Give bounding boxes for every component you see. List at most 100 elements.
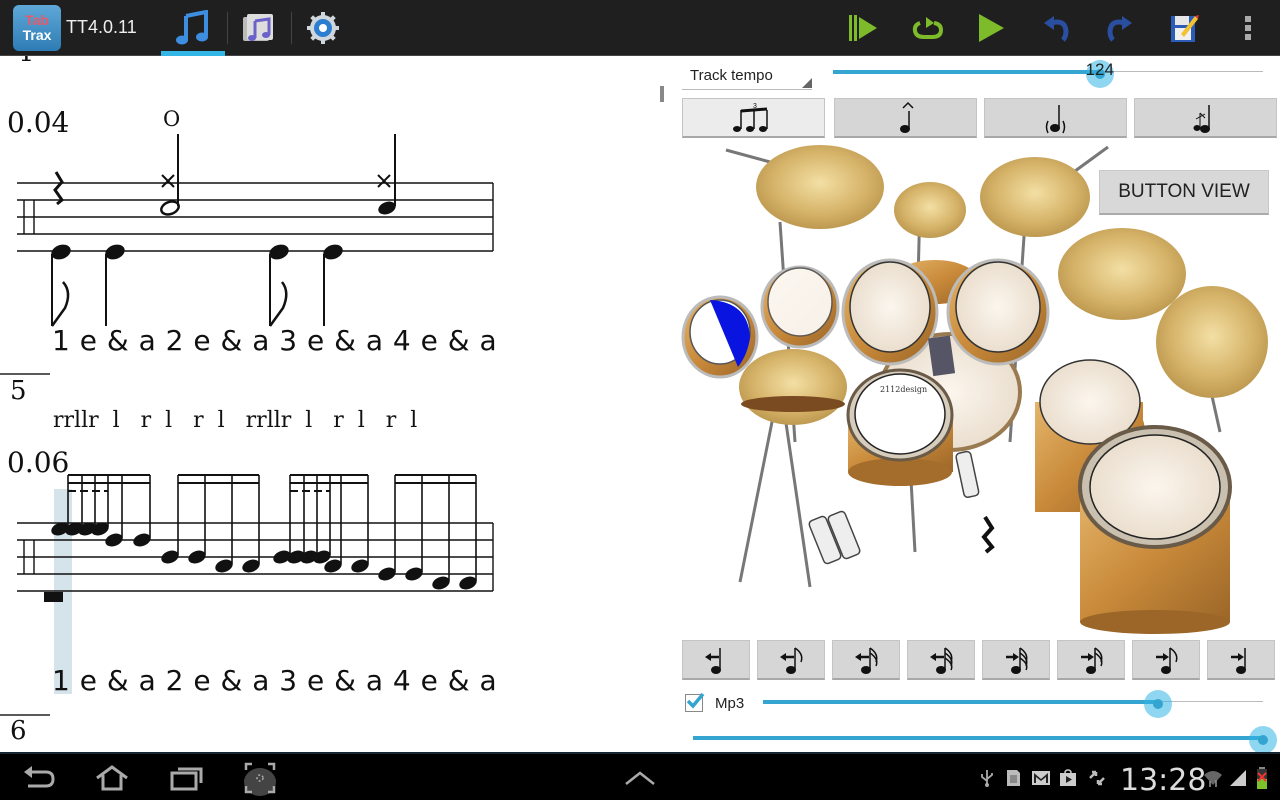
undo-button[interactable] [1036,8,1076,48]
signal-icon [1228,768,1248,788]
more-vert-icon [1245,16,1251,40]
drum-kit-view[interactable]: 2112design [680,142,1280,637]
mp3-label: Mp3 [715,695,745,712]
shift-left-thirtysecond-button[interactable] [907,640,975,680]
hihat-open-note [160,134,180,216]
loop-button[interactable] [908,8,948,48]
flam-button[interactable] [1134,98,1277,138]
usb-icon [977,768,997,788]
mp3-volume-thumb[interactable] [1144,690,1172,718]
overflow-menu-button[interactable] [1228,8,1268,48]
tabtrax-app: Tab Trax TT4.0.11 0.04 O 1 e & a 2 e & a… [0,0,1280,800]
position-thumb[interactable] [1249,726,1277,754]
score-view[interactable]: 4 0.04 O [0,56,660,752]
logo-text-bottom: Trax [22,27,52,43]
hihat-note [377,134,396,215]
home-icon [96,765,128,791]
undo-icon [1044,16,1069,42]
gmail-icon [1031,768,1051,788]
splash-cymbal [894,182,966,238]
play-button[interactable] [971,8,1011,48]
music-note-icon [176,10,208,45]
drum-brand-logo: 2112design [880,385,927,394]
sync-icon [1087,768,1107,788]
bass-drum-notes [50,244,343,327]
tempo-spinner[interactable]: Track tempo [682,64,812,90]
control-panel: Track tempo 124 3 2112design BUTTON VIEW… [670,56,1280,754]
recent-apps-button[interactable] [165,762,209,794]
notation-canvas [0,134,494,716]
tempo-mark: 0.06 [7,446,70,479]
accent-note-icon [899,101,914,133]
shift-right-note-icon [1081,646,1103,674]
shift-left-note-icon [705,647,721,674]
accent-button[interactable] [834,98,977,138]
play-icon [979,14,1004,42]
ride-cymbal [1058,228,1186,320]
crash-cymbal-2 [980,157,1090,237]
triplet-button[interactable]: 3 [682,98,825,138]
staff-measure-1 [17,182,494,252]
redo-button[interactable] [1100,8,1140,48]
count-line-measure-1: 1 e & a 2 e & a 3 e & a 4 e & a [52,324,498,357]
ghost-note-icon [1045,104,1065,133]
play-from-start-button[interactable] [843,8,883,48]
music-folder-icon [243,14,273,41]
recent-apps-icon [170,767,203,791]
screenshot-button[interactable] [238,762,282,796]
shift-right-sixteenth-button[interactable] [1057,640,1125,680]
screenshot-icon [244,762,276,796]
wifi-icon [1203,768,1223,788]
crash-cymbal-1 [756,145,884,229]
shift-right-eighth-button[interactable] [1132,640,1200,680]
save-edit-icon [1171,15,1199,42]
count-line-measure-2: 1 e & a 2 e & a 3 e & a 4 e & a [52,664,498,697]
shift-right-thirtysecond-button[interactable] [982,640,1050,680]
tab-settings[interactable] [291,0,355,56]
mp3-volume-slider[interactable] [763,690,1263,718]
double-pedal [955,450,980,498]
position-fill [693,736,1263,740]
home-button[interactable] [90,762,134,794]
save-edit-button[interactable] [1164,8,1204,48]
ghost-note-button[interactable] [984,98,1127,138]
sd-card-icon [1003,768,1023,788]
shift-right-note-icon [1231,647,1246,674]
action-bar: Tab Trax TT4.0.11 [0,0,1280,56]
show-more-button[interactable] [618,762,662,794]
triplet-icon: 3 [732,103,768,132]
rest-indicator-icon [981,515,995,554]
position-slider[interactable] [693,726,1277,754]
shift-left-sixteenth-button[interactable] [832,640,900,680]
mp3-volume-fill [763,700,1158,704]
shift-left-quarter-button[interactable] [682,640,750,680]
china-cymbal [1156,286,1268,398]
app-logo[interactable]: Tab Trax [13,5,61,51]
quarter-rest [53,171,65,206]
tab-score[interactable] [161,0,225,56]
shift-right-quarter-button[interactable] [1207,640,1275,680]
shift-left-eighth-button[interactable] [757,640,825,680]
checkmark-icon [686,692,705,709]
score-scrollbar[interactable] [660,86,664,102]
battery-icon [1252,767,1272,789]
logo-text-top: Tab [25,12,49,28]
tempo-slider[interactable]: 124 [833,60,1263,88]
tempo-value: 124 [1085,60,1114,79]
system-navigation-bar: 13:28 [0,752,1280,800]
button-view-button[interactable]: BUTTON VIEW [1099,170,1269,215]
back-button[interactable] [17,762,61,794]
tab-library[interactable] [226,0,290,56]
tempo-slider-fill [833,70,1100,74]
shift-left-note-icon [780,646,803,674]
app-title: TT4.0.11 [66,17,137,37]
tempo-spinner-label: Track tempo [690,67,773,84]
mp3-checkbox[interactable] [685,692,705,712]
flam-icon [1193,104,1210,133]
redo-icon [1107,16,1132,42]
gear-icon [307,12,339,44]
drumstick [725,148,771,164]
whole-rest [44,592,63,602]
shift-right-note-icon [1156,646,1178,674]
sticking-line: rrllr l r l r l rrllr l r l r l [53,408,418,433]
